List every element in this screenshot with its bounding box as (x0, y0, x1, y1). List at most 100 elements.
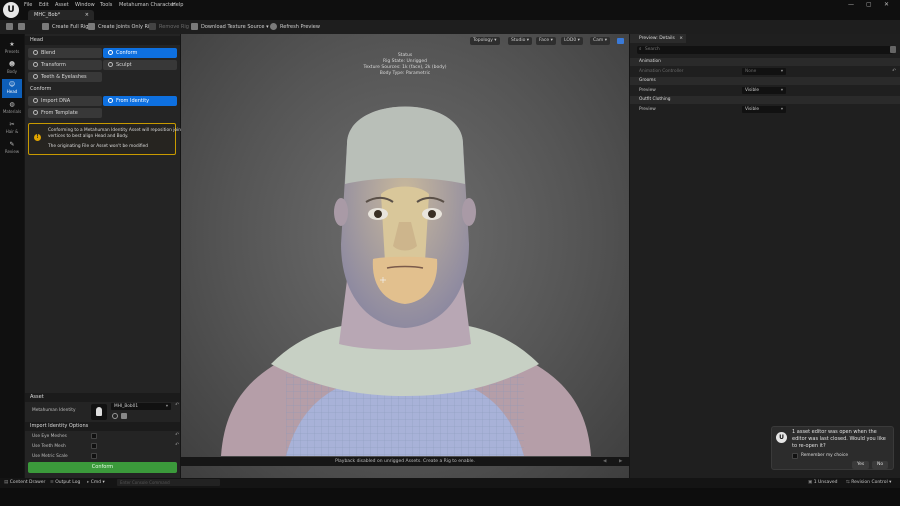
character-mesh-render (221, 106, 591, 456)
use-metric-scale-checkbox[interactable] (91, 453, 97, 459)
from-template-button[interactable]: From Template (28, 108, 102, 118)
play-reverse-icon[interactable]: ◀ (603, 457, 606, 466)
blend-button[interactable]: Blend (28, 48, 102, 58)
reset-eye-meshes-icon[interactable]: ↶ (175, 432, 179, 438)
use-teeth-mesh-checkbox[interactable] (91, 443, 97, 449)
identity-thumbnail[interactable] (91, 404, 107, 420)
menu-edit[interactable]: Edit (39, 2, 49, 8)
rig-icon (42, 23, 49, 30)
reset-identity-icon[interactable]: ↶ (175, 402, 179, 408)
console-command-input[interactable]: Enter Console Command (117, 479, 220, 486)
close-tab-icon[interactable]: × (85, 10, 89, 20)
identity-asset-picker[interactable]: MHI_Bob01 ▾ (111, 403, 171, 410)
animation-controller-label: Animation Controller (639, 69, 684, 74)
refresh-icon (270, 23, 277, 30)
save-icon[interactable] (6, 23, 16, 30)
strip-materials[interactable]: ◍ Materials (2, 99, 22, 118)
from-identity-button[interactable]: From Identity (103, 96, 177, 106)
create-joints-only-label: Create Joints Only Rig (98, 24, 153, 30)
sculpt-button[interactable]: Sculpt (103, 60, 177, 70)
create-joints-only-rig-button[interactable]: Create Joints Only Rig (88, 23, 153, 30)
browse-icon[interactable] (18, 23, 28, 30)
strip-head[interactable]: ☺ Head (2, 79, 22, 98)
animation-section-header[interactable]: Animation (630, 58, 900, 66)
teeth-eyelashes-button[interactable]: Teeth & Eyelashes (28, 72, 102, 82)
revision-control-button[interactable]: ⇆ Revision Control ▾ (846, 480, 891, 485)
unsaved-assets-button[interactable]: ▣ 1 Unsaved (808, 480, 838, 485)
reset-teeth-mesh-icon[interactable]: ↶ (175, 442, 179, 448)
strip-presets-label: Presets (4, 49, 20, 54)
menu-file[interactable]: File (24, 2, 32, 8)
identity-asset-value: MHI_Bob01 (114, 404, 139, 409)
joints-icon (88, 23, 95, 30)
transform-icon (33, 62, 38, 67)
menu-help[interactable]: Help (172, 2, 183, 8)
import-dna-button[interactable]: Import DNA (28, 96, 102, 106)
head-tools-panel: Head Blend Conform Transform Sculpt Teet… (25, 34, 183, 478)
download-texture-source-button[interactable]: Download Texture Source ▾ (191, 23, 269, 30)
create-full-rig-button[interactable]: Create Full Rig (42, 23, 88, 30)
asset-section-header[interactable]: Asset (25, 393, 180, 402)
head-section-header[interactable]: Head (25, 36, 180, 45)
grooms-section-header[interactable]: Grooms (630, 77, 900, 85)
import-identity-options-header[interactable]: Import Identity Options (25, 422, 180, 431)
menu-metahuman-character[interactable]: Metahuman Character (119, 2, 175, 8)
browse-asset-icon[interactable] (121, 413, 127, 419)
outfit-preview-dropdown[interactable]: Visible (742, 106, 786, 113)
details-settings-icon[interactable] (890, 46, 896, 53)
strip-review[interactable]: ✎ Review (2, 139, 22, 158)
grooms-preview-dropdown[interactable]: Visible (742, 87, 786, 94)
remove-rig-button[interactable]: Remove Rig (149, 23, 189, 30)
cmd-label: Cmd ▾ (90, 480, 105, 485)
dropdown-icon: ▾ (165, 404, 168, 409)
bottom-border (0, 488, 900, 506)
blend-icon (33, 50, 38, 55)
body-icon: ☻ (8, 61, 16, 68)
conform-section-header[interactable]: Conform (25, 85, 180, 94)
remember-choice-checkbox[interactable] (792, 453, 798, 459)
minimize-icon[interactable]: — (848, 1, 854, 8)
conform-tool-label: Conform (116, 50, 138, 56)
output-log-button[interactable]: ≡ Output Log (50, 480, 80, 485)
warning-text-line1: Conforming to a Metahuman Identity Asset… (48, 128, 183, 133)
menu-tools[interactable]: Tools (100, 2, 112, 8)
remember-choice-label: Remember my choice (801, 453, 848, 458)
close-window-icon[interactable]: ✕ (884, 1, 889, 8)
use-selected-icon[interactable] (112, 413, 118, 419)
reset-animation-icon[interactable]: ↶ (892, 68, 896, 74)
warning-text-line3: The originating File or Asset won't be m… (48, 144, 148, 149)
asset-tab[interactable]: MHC_Bob* × (28, 10, 94, 20)
play-forward-icon[interactable]: ▶ (619, 457, 622, 466)
conform-confirm-button[interactable]: Conform (28, 462, 177, 473)
animation-controller-dropdown[interactable]: None (742, 68, 786, 75)
outfit-preview-label: Preview (639, 107, 656, 112)
strip-hair[interactable]: ✂ Hair & (2, 119, 22, 138)
content-drawer-button[interactable]: ▤ Content Drawer (4, 480, 45, 485)
preview-details-tab[interactable]: Preview: Details × (630, 34, 686, 43)
conform-tool-button[interactable]: Conform (103, 48, 177, 58)
refresh-preview-button[interactable]: Refresh Preview (270, 23, 320, 30)
use-eye-meshes-checkbox[interactable] (91, 433, 97, 439)
revision-control-label: Revision Control ▾ (851, 480, 892, 485)
teeth-eyelashes-label: Teeth & Eyelashes (41, 74, 87, 80)
import-dna-label: Import DNA (41, 98, 71, 104)
strip-body[interactable]: ☻ Body (2, 59, 22, 78)
strip-presets[interactable]: ★ Presets (2, 39, 22, 58)
menu-asset[interactable]: Asset (55, 2, 69, 8)
animation-controller-row: Animation Controller None (630, 67, 900, 76)
maximize-icon[interactable]: ▢ (866, 1, 872, 8)
remove-rig-icon (149, 23, 156, 30)
preview-details-tab-label: Preview: Details (639, 36, 675, 41)
close-details-icon[interactable]: × (679, 34, 683, 43)
reopen-no-button[interactable]: No (872, 461, 889, 469)
transform-button[interactable]: Transform (28, 60, 102, 70)
menu-window[interactable]: Window (75, 2, 95, 8)
character-viewport[interactable]: Topology ▾ Studio ▾ Face ▾ LOD0 ▾ Cam ▾ … (181, 34, 629, 478)
reopen-yes-button[interactable]: Yes (852, 461, 870, 469)
unreal-logo-icon[interactable]: U (3, 2, 19, 18)
warning-icon: ! (34, 134, 41, 141)
outfit-clothing-section-header[interactable]: Outfit Clothing (630, 96, 900, 104)
details-search-placeholder: Search (645, 47, 660, 52)
cmd-dropdown[interactable]: ▸ Cmd ▾ (87, 480, 105, 485)
details-search-input[interactable]: ⌕ Search (637, 46, 893, 54)
